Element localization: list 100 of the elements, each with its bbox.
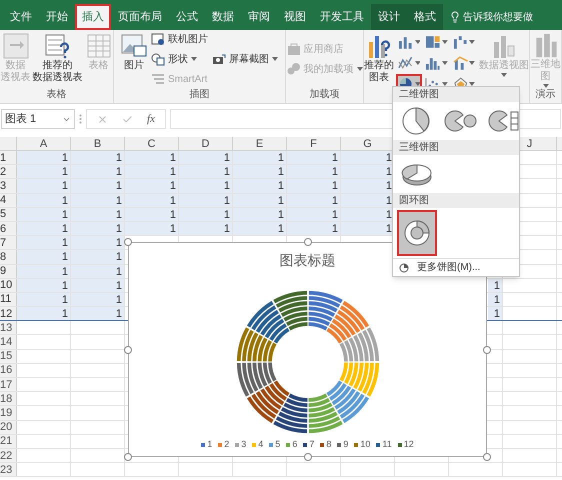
group-label: 演示	[536, 88, 556, 102]
name-box[interactable]: 图表 1	[1, 109, 75, 129]
resize-handle[interactable]	[483, 453, 491, 461]
chart-title[interactable]: 图表标题	[280, 251, 336, 269]
cancel-icon[interactable]	[97, 114, 108, 124]
caret-icon	[501, 73, 507, 77]
legend-label: 12	[404, 439, 414, 450]
column-header[interactable]: B	[94, 138, 102, 150]
more-pie-charts-item[interactable]: 更多饼图(M)...	[393, 258, 519, 276]
sheet-cell[interactable]: 1	[233, 151, 287, 164]
sheet-cell[interactable]: 1	[125, 208, 179, 221]
sheet-cell[interactable]: 1	[125, 151, 179, 164]
sheet-cell[interactable]: 1	[179, 151, 233, 164]
sheet-cell[interactable]: 1	[17, 292, 71, 306]
sheet-cell[interactable]: 1	[17, 250, 71, 264]
sheet-cell[interactable]: 1	[17, 208, 71, 221]
column-header[interactable]: D	[202, 138, 210, 150]
caret-icon	[442, 40, 448, 44]
store-icon	[286, 42, 300, 56]
column-header[interactable]: A	[40, 138, 48, 150]
sheet-cell[interactable]: 1	[179, 179, 233, 193]
sheet-cell[interactable]: 1	[125, 222, 179, 236]
sheet-cell[interactable]: 1	[179, 165, 233, 178]
sheet-cell[interactable]: 1	[17, 151, 71, 164]
tell-me-field[interactable]: 告诉我你想要做	[463, 10, 533, 24]
sheet-cell[interactable]: 1	[125, 179, 179, 193]
sheet-cell[interactable]: 1	[71, 278, 125, 292]
enter-icon[interactable]	[122, 114, 133, 124]
sheet-cell[interactable]: 1	[71, 222, 125, 236]
sheet-cell[interactable]: 1	[125, 194, 179, 207]
ribbon-tab[interactable]: 设计	[371, 4, 407, 30]
sheet-cell[interactable]: 1	[488, 307, 502, 320]
ribbon-tab[interactable]: 插入	[75, 4, 111, 30]
sheet-cell[interactable]: 1	[341, 165, 395, 178]
ribbon-button[interactable]: 联机图片	[151, 30, 208, 48]
ribbon-tab[interactable]: 审阅	[241, 4, 277, 30]
sheet-cell[interactable]: 1	[287, 208, 341, 221]
sheet-cell[interactable]: 1	[71, 264, 125, 278]
column-header[interactable]: G	[363, 138, 372, 150]
histogram-icon	[425, 56, 441, 70]
sheet-cell[interactable]: 1	[287, 222, 341, 236]
ribbon-button[interactable]: 推荐的 图表	[364, 30, 394, 88]
sheet-cell[interactable]: 1	[233, 208, 287, 221]
sheet-cell[interactable]: 1	[179, 222, 233, 236]
sheet-cell[interactable]: 1	[17, 179, 71, 193]
sheet-cell[interactable]: 1	[341, 151, 395, 164]
ribbon-tab[interactable]: 格式	[407, 4, 443, 30]
sheet-cell[interactable]: 1	[71, 165, 125, 178]
sheet-cell[interactable]: 1	[17, 222, 71, 236]
sheet-cell[interactable]: 1	[179, 194, 233, 207]
sheet-cell[interactable]: 1	[71, 194, 125, 207]
sheet-cell[interactable]: 1	[179, 208, 233, 221]
sheet-cell[interactable]: 1	[71, 250, 125, 264]
sheet-cell[interactable]: 1	[71, 292, 125, 306]
column-header[interactable]: E	[256, 138, 264, 150]
ribbon-tab[interactable]: 公式	[169, 4, 205, 30]
resize-handle[interactable]	[124, 238, 132, 246]
sheet-cell[interactable]: 1	[287, 194, 341, 207]
sheet-cell[interactable]: 1	[488, 278, 502, 292]
sheet-cell[interactable]: 1	[71, 151, 125, 164]
sheet-cell[interactable]: 1	[17, 236, 71, 250]
resize-handle[interactable]	[304, 238, 312, 246]
sheet-cell[interactable]: 1	[341, 179, 395, 193]
ribbon-tab[interactable]: 视图	[277, 4, 313, 30]
sheet-cell[interactable]: 1	[233, 194, 287, 207]
ribbon-tab[interactable]: 开发工具	[313, 4, 371, 30]
insert-function-button[interactable]: fx	[147, 110, 155, 128]
sheet-cell[interactable]: 1	[17, 165, 71, 178]
chart-option[interactable]	[397, 210, 437, 256]
sheet-cell[interactable]: 1	[233, 165, 287, 178]
sheet-cell[interactable]: 1	[125, 165, 179, 178]
ribbon-button[interactable]: 屏幕截图	[212, 50, 278, 68]
group-label: 加载项	[310, 88, 340, 102]
ribbon-tab[interactable]: 开始	[39, 4, 75, 30]
sheet-cell[interactable]: 1	[287, 165, 341, 178]
column-header[interactable]: C	[148, 138, 156, 150]
sheet-cell[interactable]: 1	[17, 194, 71, 207]
ribbon-button[interactable]: 形状	[151, 50, 208, 68]
resize-handle[interactable]	[124, 453, 132, 461]
sheet-cell[interactable]: 1	[71, 307, 125, 320]
sheet-cell[interactable]: 1	[287, 151, 341, 164]
legend-label: 5	[275, 439, 280, 450]
column-header[interactable]: J	[526, 138, 532, 150]
sheet-cell[interactable]: 1	[17, 278, 71, 292]
ribbon-tab[interactable]: 数据	[205, 4, 241, 30]
ribbon-button[interactable]: 推荐的 数据透视表	[32, 30, 82, 88]
sheet-cell[interactable]: 1	[287, 179, 341, 193]
sheet-cell[interactable]: 1	[71, 236, 125, 250]
column-header[interactable]: F	[310, 138, 317, 150]
sheet-cell[interactable]: 1	[71, 179, 125, 193]
ribbon-tab[interactable]: 页面布局	[111, 4, 169, 30]
caret-icon	[272, 57, 278, 61]
sheet-cell[interactable]: 1	[17, 264, 71, 278]
sheet-cell[interactable]: 1	[233, 222, 287, 236]
sheet-cell[interactable]: 1	[233, 179, 287, 193]
sheet-cell[interactable]: 1	[71, 208, 125, 221]
sheet-cell[interactable]: 1	[488, 292, 502, 306]
ribbon-button[interactable]: 图片	[120, 30, 148, 88]
ribbon-tab[interactable]: 文件	[3, 4, 39, 30]
sheet-cell[interactable]: 1	[17, 307, 71, 320]
